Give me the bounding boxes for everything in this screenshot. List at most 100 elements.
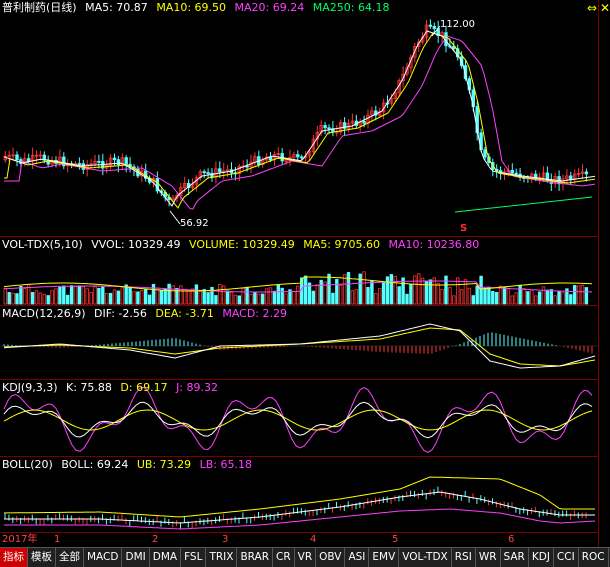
sell-marker: S — [460, 223, 468, 234]
volume-bar — [471, 295, 475, 305]
tab-模板[interactable]: 模板 — [28, 548, 56, 567]
tab-rsi[interactable]: RSI — [452, 548, 476, 567]
volume-bar — [311, 290, 316, 305]
tab-roc[interactable]: ROC — [579, 548, 609, 567]
kdj-name: KDJ(9,3,3) — [2, 381, 58, 394]
timeline-bar: 2017年 1 2 3 4 5 6 — [0, 532, 598, 547]
candlestick-chart[interactable] — [0, 0, 598, 236]
tab-wr[interactable]: WR — [476, 548, 501, 567]
volume-bar — [549, 289, 553, 305]
volume-bar — [218, 283, 222, 305]
kline-panel[interactable]: 普利制药(日线) MA5: 70.87 MA10: 69.50 MA20: 69… — [0, 0, 598, 237]
candle-body — [514, 172, 518, 175]
volume-bar — [276, 284, 280, 305]
volume-bar — [374, 293, 378, 305]
candle-body — [323, 125, 327, 129]
candle-body — [112, 157, 117, 161]
volume-bar — [463, 279, 468, 305]
low-pointer — [169, 210, 181, 225]
tab-macd[interactable]: MACD — [84, 548, 123, 567]
volume-bar — [580, 284, 585, 305]
tab-kdj[interactable]: KDJ — [529, 548, 554, 567]
volume-bar — [514, 292, 518, 305]
candle-body — [116, 159, 121, 165]
volume-bar — [85, 288, 89, 305]
volume-bar — [448, 286, 452, 305]
volume-bar — [530, 289, 534, 305]
dea-value: DEA: -3.71 — [155, 307, 214, 320]
volume-bar — [377, 288, 382, 305]
vvol-value: VVOL: 10329.49 — [91, 238, 181, 251]
kdj-panel[interactable]: KDJ(9,3,3) K: 75.88 D: 69.17 J: 89.32 — [0, 380, 598, 457]
volume-bar — [362, 271, 366, 305]
volume-bar — [143, 288, 148, 305]
high-price-label: 112.00 — [440, 19, 475, 30]
tab-全部[interactable]: 全部 — [56, 548, 84, 567]
j-value: J: 89.32 — [176, 381, 219, 394]
volume-bar — [241, 287, 245, 305]
tab-dma[interactable]: DMA — [150, 548, 182, 567]
volume-bar — [573, 285, 577, 305]
volume-bar — [475, 285, 479, 305]
tab-fsl[interactable]: FSL — [181, 548, 207, 567]
candle-body — [483, 149, 487, 158]
candle-body — [206, 172, 210, 174]
tab-emv[interactable]: EMV — [369, 548, 400, 567]
low-price-label: 56.92 — [180, 218, 209, 229]
macd-panel[interactable]: MACD(12,26,9) DIF: -2.56 DEA: -3.71 MACD… — [0, 306, 598, 380]
j-line — [3, 386, 593, 453]
volume-bar — [537, 291, 542, 305]
volume-panel[interactable]: VOL-TDX(5,10) VVOL: 10329.49 VOLUME: 103… — [0, 237, 598, 306]
tab-vol-tdx[interactable]: VOL-TDX — [399, 548, 452, 567]
volume-bar — [260, 293, 265, 305]
volume-bar — [97, 287, 101, 305]
tab-cci[interactable]: CCI — [554, 548, 579, 567]
volume-bar — [89, 291, 93, 305]
volume-bar — [163, 288, 167, 305]
boll-upper-band — [3, 476, 595, 518]
volume-bar — [389, 274, 394, 305]
window-restore-icon[interactable]: ⇔ — [587, 2, 597, 14]
tab-vr[interactable]: VR — [295, 548, 317, 567]
volume-bar — [553, 295, 557, 305]
volume-bar — [459, 289, 464, 305]
tab-brar[interactable]: BRAR — [237, 548, 273, 567]
candle-body — [15, 154, 19, 161]
tab-obv[interactable]: OBV — [316, 548, 346, 567]
volume-bar — [436, 283, 440, 305]
volume-bar — [502, 286, 507, 305]
volume-bar — [358, 273, 362, 305]
volume-bar — [428, 279, 433, 305]
ub-value: UB: 73.29 — [136, 458, 192, 471]
tab-asi[interactable]: ASI — [345, 548, 370, 567]
volume-bar — [101, 286, 105, 305]
volume-bar — [179, 285, 183, 305]
tab-dmi[interactable]: DMI — [122, 548, 150, 567]
ma20-line — [4, 35, 596, 210]
candle-body — [299, 156, 304, 159]
volume-bar — [15, 293, 19, 305]
tab-trix[interactable]: TRIX — [206, 548, 238, 567]
volume-bar — [159, 289, 163, 305]
volume-bar — [105, 293, 109, 305]
macd-value: MACD: 2.29 — [222, 307, 287, 320]
volume-bar — [268, 287, 273, 305]
volume-bar — [366, 287, 370, 305]
boll-mid-band — [4, 491, 595, 524]
volume-bar — [249, 293, 253, 305]
ma5-line — [3, 30, 596, 207]
volume-bar — [237, 295, 241, 305]
window-close-icon[interactable]: ✕ — [600, 2, 610, 14]
boll-panel[interactable]: BOLL(20) BOLL: 69.24 UB: 73.29 LB: 65.18 — [0, 457, 598, 533]
candle-body — [362, 121, 366, 124]
volume-bar — [221, 285, 226, 305]
volume-bar — [452, 295, 456, 305]
volume-bar — [93, 286, 97, 305]
volume-bar — [518, 285, 522, 305]
tab-指标[interactable]: 指标 — [0, 548, 28, 567]
tab-sar[interactable]: SAR — [501, 548, 529, 567]
volume-bar — [338, 284, 343, 305]
tab-cr[interactable]: CR — [273, 548, 295, 567]
candle-body — [584, 171, 589, 175]
d-value: D: 69.17 — [120, 381, 168, 394]
